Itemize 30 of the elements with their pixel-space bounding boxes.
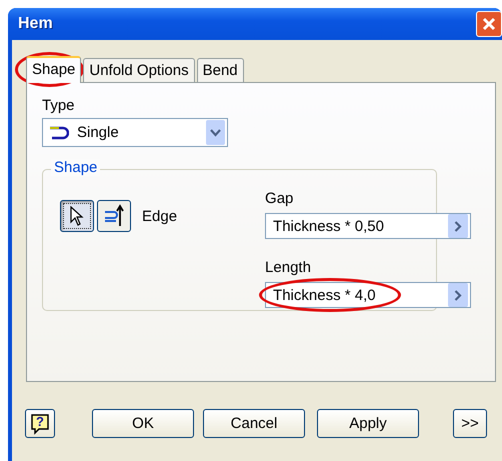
edge-tool-button[interactable] — [97, 200, 131, 232]
help-button[interactable]: ? — [25, 409, 55, 438]
close-icon — [482, 17, 496, 31]
field-label: Length — [265, 259, 312, 276]
close-button[interactable] — [476, 11, 502, 37]
type-label: Type — [42, 97, 75, 114]
edge-flip-icon — [103, 204, 125, 228]
field-value: Thickness * 4,0 — [273, 286, 376, 304]
field-value: Thickness * 0,50 — [273, 218, 384, 234]
edge-label: Edge — [142, 208, 178, 224]
type-value: Single — [77, 124, 120, 141]
tab[interactable]: Shape — [26, 56, 82, 83]
chevron-right-icon[interactable] — [448, 214, 468, 238]
tab[interactable]: Unfold Options — [83, 58, 195, 82]
hem-icon — [49, 126, 69, 140]
chevron-right-icon[interactable] — [448, 283, 468, 307]
window-title: Hem — [17, 15, 53, 33]
select-tool-button[interactable] — [60, 200, 94, 232]
tab[interactable]: Bend — [196, 58, 244, 82]
dialog-button[interactable]: OK — [92, 409, 194, 438]
question-mark: ? — [36, 414, 44, 428]
dialog-button[interactable]: Apply — [317, 409, 419, 438]
type-dropdown[interactable]: Single — [42, 118, 228, 147]
group-title: Shape — [51, 159, 100, 176]
expand-button[interactable]: >> — [453, 409, 487, 438]
pointer-icon — [70, 206, 84, 226]
help-icon — [30, 413, 50, 435]
dialog-button[interactable]: Cancel — [203, 409, 305, 438]
input-field[interactable]: Thickness * 0,50 — [265, 213, 472, 239]
field-label: Gap — [265, 190, 294, 207]
